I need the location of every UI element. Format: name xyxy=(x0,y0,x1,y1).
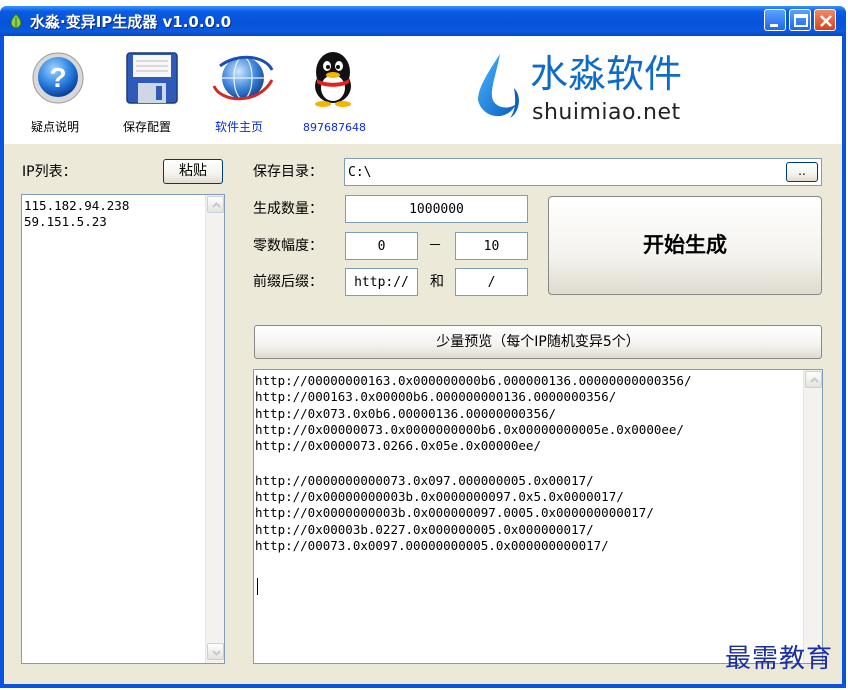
prefix-suffix-label: 前缀后缀： xyxy=(253,274,323,290)
chevron-up-icon xyxy=(810,377,819,383)
ip-list-textarea[interactable]: 115.182.94.238 59.151.5.23 xyxy=(21,194,225,664)
logo-subtitle: shuimiao.net xyxy=(532,100,681,125)
save-dir-value: C:\ xyxy=(348,165,372,180)
paste-button[interactable]: 粘贴 xyxy=(163,159,223,184)
help-question-icon: ? xyxy=(32,52,84,104)
preview-line: http://0x0000000003b.0x000000097.0005.0x… xyxy=(255,505,654,520)
toolbar-label-homepage[interactable]: 软件主页 xyxy=(215,120,263,134)
save-dir-input[interactable]: C:\ xyxy=(344,158,822,186)
zero-max-value: 10 xyxy=(483,239,500,254)
logo-water-drop-icon xyxy=(470,52,526,128)
count-value: 1000000 xyxy=(409,202,464,217)
zero-min-input[interactable]: 0 xyxy=(345,232,418,260)
close-button[interactable] xyxy=(814,9,836,31)
count-input[interactable]: 1000000 xyxy=(345,195,528,223)
minimize-button[interactable] xyxy=(764,9,786,31)
suffix-input[interactable]: / xyxy=(455,268,528,296)
ip-list-line: 59.151.5.23 xyxy=(24,214,107,229)
and-label: 和 xyxy=(430,274,444,290)
globe-icon xyxy=(212,55,274,101)
zero-max-input[interactable]: 10 xyxy=(455,232,528,260)
preview-line: http://0x00000073.0x0000000000b6.0x00000… xyxy=(255,422,684,437)
preview-textarea[interactable]: http://00000000163.0x000000000b6.0000001… xyxy=(253,369,823,664)
preview-scrollbar[interactable] xyxy=(803,370,822,663)
prefix-value: http:// xyxy=(354,275,409,290)
svg-text:?: ? xyxy=(49,62,66,93)
browse-button[interactable]: .. xyxy=(786,162,818,182)
text-cursor xyxy=(257,578,258,595)
zero-min-value: 0 xyxy=(377,239,386,254)
zero-range-separator: － xyxy=(428,238,442,254)
qq-penguin-icon xyxy=(315,52,351,107)
maximize-button[interactable] xyxy=(789,9,811,31)
toolbar-item-qq[interactable] xyxy=(304,48,362,112)
ip-list-scrollbar[interactable] xyxy=(205,195,224,663)
scroll-down-arrow[interactable] xyxy=(207,643,224,660)
chevron-down-icon xyxy=(212,650,221,656)
floppy-disk-icon xyxy=(126,52,178,104)
zero-range-label: 零数幅度： xyxy=(253,238,323,254)
preview-line: http://000163.0x00000b6.000000000136.000… xyxy=(255,389,617,404)
toolbar-label-help[interactable]: 疑点说明 xyxy=(31,120,79,134)
maximize-icon xyxy=(794,14,808,27)
preview-line: http://00073.0x0097.00000000005.0x000000… xyxy=(255,538,609,553)
preview-button[interactable]: 少量预览（每个IP随机变异5个） xyxy=(254,325,822,359)
scroll-up-arrow[interactable] xyxy=(207,196,224,213)
count-label: 生成数量： xyxy=(253,201,323,217)
preview-line: http://00000000163.0x000000000b6.0000001… xyxy=(255,373,692,388)
toolbar-label-qq[interactable]: 897687648 xyxy=(303,121,366,135)
toolbar-item-save[interactable] xyxy=(124,50,180,110)
preview-line: http://0x0000073.0266.0x05e.0x00000ee/ xyxy=(255,438,541,453)
ip-list-label: IP列表： xyxy=(22,164,77,180)
scroll-up-arrow[interactable] xyxy=(805,371,822,388)
chevron-up-icon xyxy=(212,202,221,208)
close-icon xyxy=(820,15,832,27)
suffix-value: / xyxy=(487,275,496,290)
toolbar-item-help[interactable]: ? xyxy=(30,50,86,110)
preview-line: http://0x00000000003b.0x0000000097.0x5.0… xyxy=(255,489,624,504)
minimize-icon xyxy=(770,24,778,27)
logo-title: 水淼软件 xyxy=(530,52,683,96)
preview-line: http://0x00003b.0227.0x000000005.0x00000… xyxy=(255,522,594,537)
watermark: 最需教育 xyxy=(725,644,834,674)
preview-line: http://0x073.0x0b6.00000136.00000000356/ xyxy=(255,406,557,421)
save-dir-label: 保存目录： xyxy=(253,164,323,180)
prefix-input[interactable]: http:// xyxy=(345,268,418,296)
preview-line: http://0000000000073.0x097.000000005.0x0… xyxy=(255,473,594,488)
window-title: 水淼·变异IP生成器 v1.0.0.0 xyxy=(30,13,232,31)
toolbar-item-homepage[interactable] xyxy=(208,50,278,110)
start-generate-button[interactable]: 开始生成 xyxy=(548,196,822,295)
ip-list-line: 115.182.94.238 xyxy=(24,198,130,213)
toolbar-label-save[interactable]: 保存配置 xyxy=(123,120,171,134)
app-icon[interactable] xyxy=(8,13,24,29)
